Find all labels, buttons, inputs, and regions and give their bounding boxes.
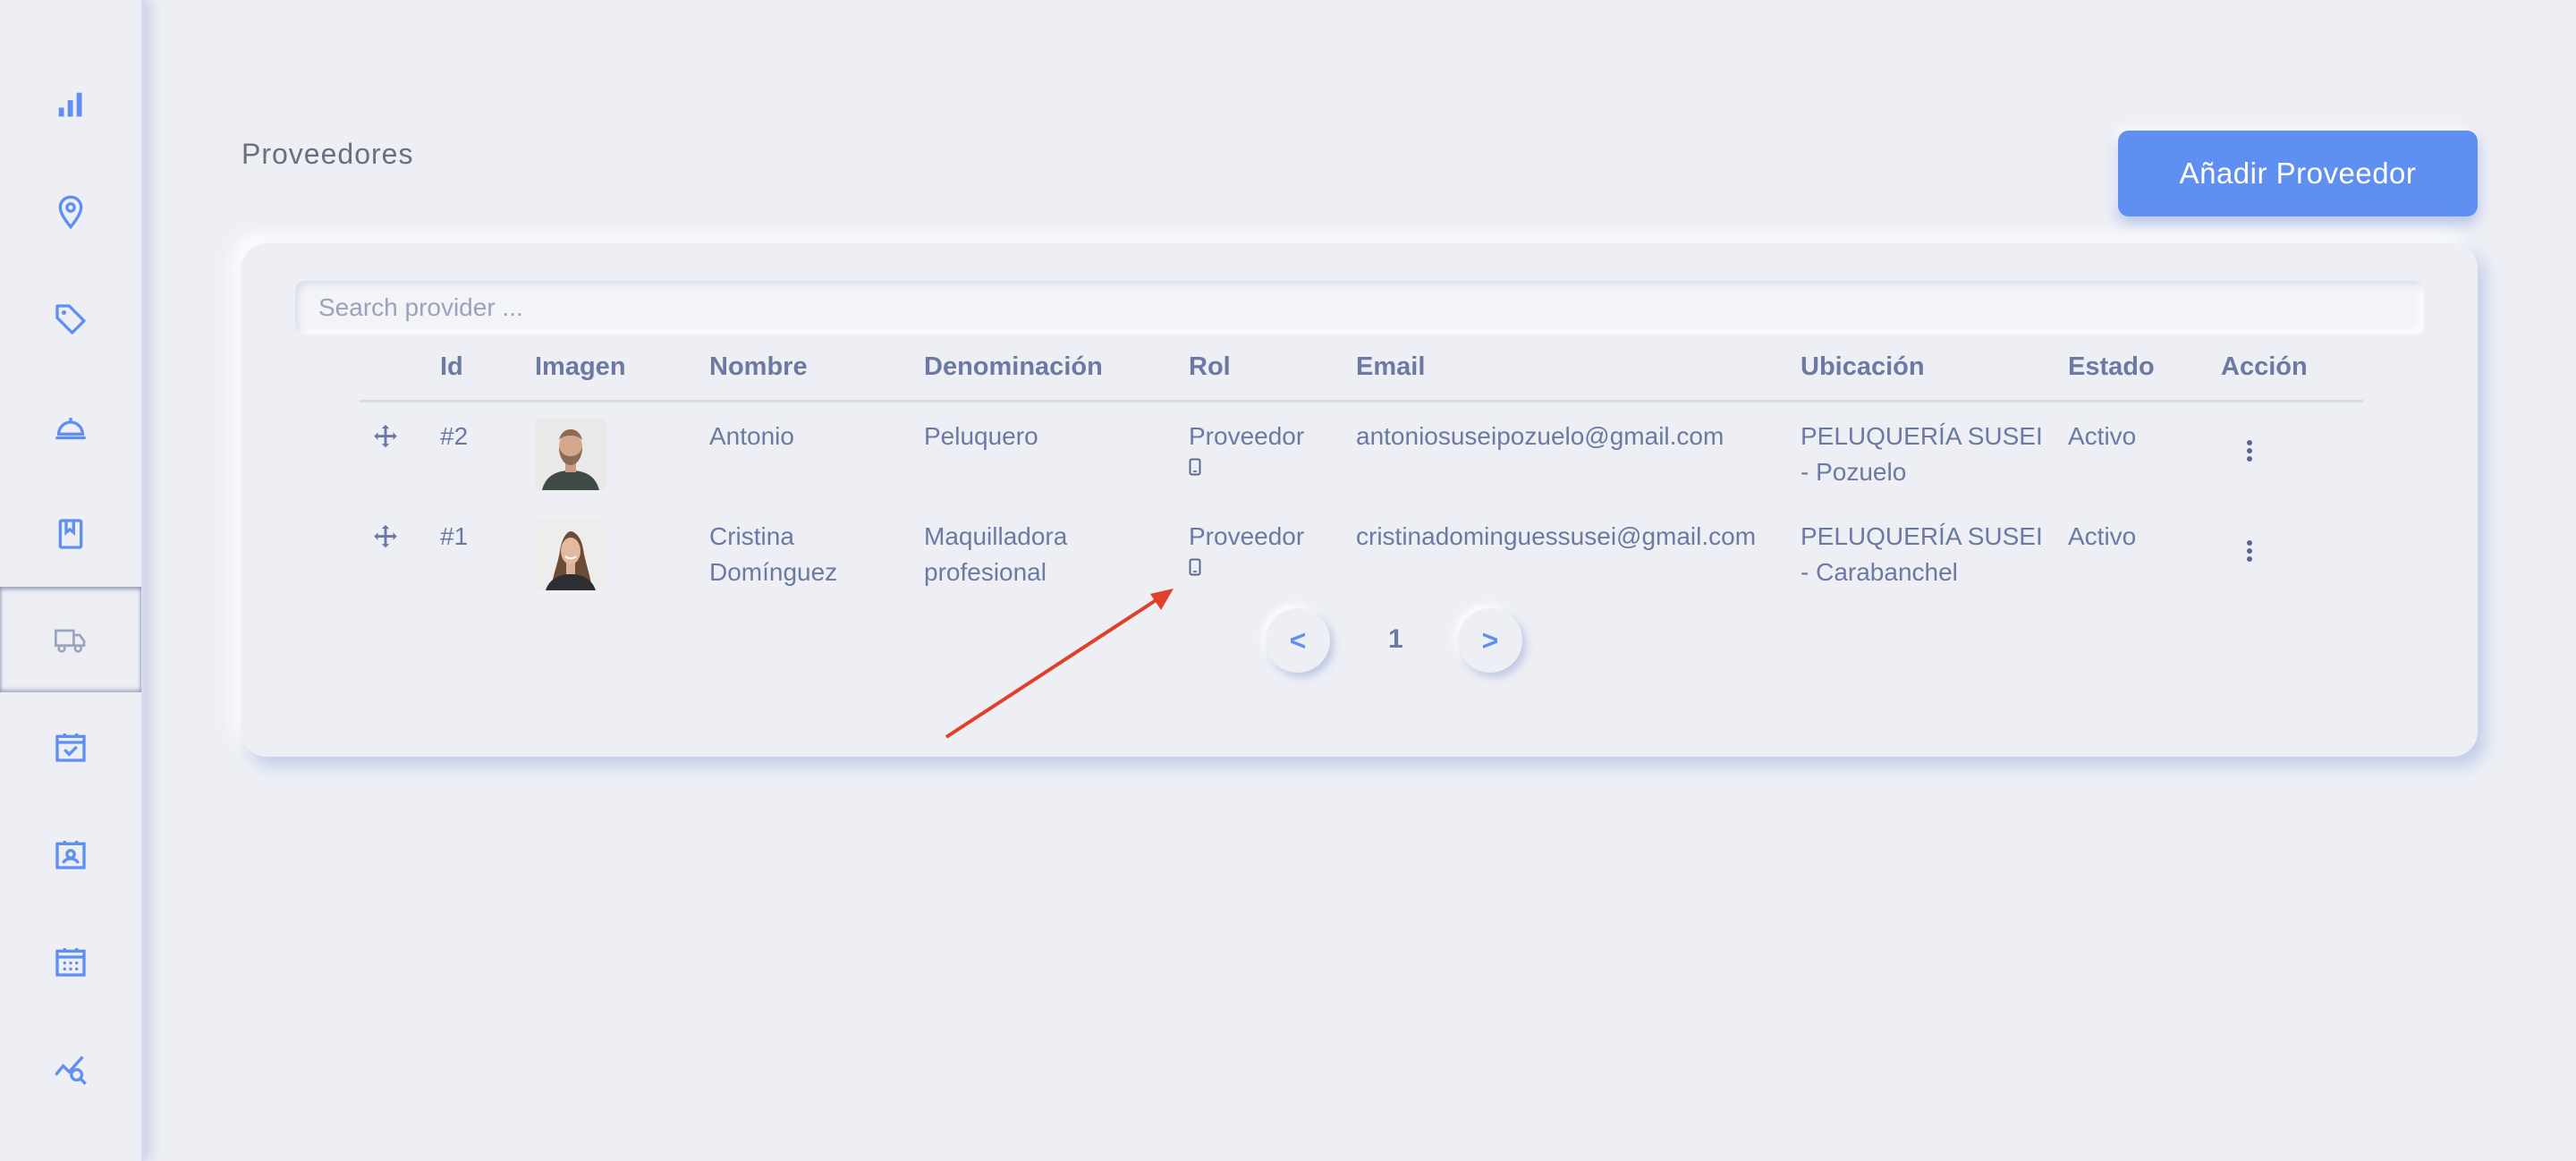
annotation-arrow-icon [945, 589, 1174, 739]
column-header-id: Id [440, 352, 463, 381]
cell-rol: Proveedor [1189, 422, 1305, 450]
cell-id: #2 [440, 422, 469, 450]
calendar-check-icon [55, 733, 86, 762]
cell-ubicacion: PELUQUERÍA SUSEI - Carabanchel [1801, 522, 2043, 586]
more-actions-icon[interactable] [2244, 538, 2255, 567]
avatar [535, 419, 606, 490]
more-actions-icon[interactable] [2244, 438, 2255, 467]
avatar [535, 519, 606, 590]
phone-icon[interactable] [1189, 558, 1201, 576]
cell-ubicacion: PELUQUERÍA SUSEI - Pozuelo [1801, 422, 2043, 486]
sidebar-item-appointments[interactable] [0, 694, 141, 800]
bar-chart-icon [58, 92, 82, 117]
sidebar [0, 0, 144, 1161]
sidebar-item-analytics[interactable] [0, 1016, 141, 1122]
sidebar-item-tags[interactable] [0, 267, 141, 372]
search-input[interactable] [317, 292, 2424, 323]
column-header-accion: Acción [2221, 352, 2308, 381]
cell-denominacion: Peluquero [924, 422, 1038, 450]
phone-icon[interactable] [1189, 458, 1201, 476]
column-header-imagen: Imagen [535, 352, 626, 381]
column-header-nombre: Nombre [709, 352, 808, 381]
pagination-current-page[interactable]: 1 [1388, 624, 1403, 655]
cell-denominacion: Maquilladora profesional [924, 522, 1068, 586]
sidebar-item-locations[interactable] [0, 159, 141, 265]
column-header-rol: Rol [1189, 352, 1231, 381]
providers-card: Id Imagen Nombre Denominación Rol Email … [242, 243, 2478, 757]
cell-email: antoniosuseipozuelo@gmail.com [1356, 422, 1724, 450]
chart-search-icon [55, 1055, 87, 1085]
column-header-email: Email [1356, 352, 1426, 381]
sidebar-item-clients[interactable] [0, 801, 141, 907]
cell-rol: Proveedor [1189, 522, 1305, 550]
calendar-grid-icon [55, 948, 86, 977]
sidebar-item-calendar[interactable] [0, 909, 141, 1014]
cell-nombre: Cristina Domínguez [709, 522, 838, 586]
column-header-estado: Estado [2068, 352, 2155, 381]
column-header-ubicacion: Ubicación [1801, 352, 1925, 381]
cell-estado: Activo [2068, 422, 2137, 450]
sidebar-item-bookings[interactable] [0, 481, 141, 587]
sidebar-item-providers[interactable] [0, 587, 141, 692]
sidebar-item-services[interactable] [0, 374, 141, 479]
page-title: Proveedores [242, 138, 414, 170]
sidebar-item-dashboard[interactable] [0, 52, 141, 157]
header-divider [360, 400, 2363, 403]
cell-email: cristinadominguessusei@gmail.com [1356, 522, 1757, 550]
add-provider-button[interactable]: Añadir Proveedor [2118, 131, 2478, 216]
drag-handle-icon[interactable] [370, 522, 401, 553]
tag-icon [55, 304, 86, 335]
drag-handle-icon[interactable] [370, 422, 401, 453]
bookmark-icon [58, 519, 83, 549]
contact-card-icon [55, 841, 86, 869]
pagination-next-button[interactable]: > [1458, 608, 1522, 673]
pagination-prev-button[interactable]: < [1266, 608, 1330, 673]
cell-estado: Activo [2068, 522, 2137, 550]
search-box[interactable] [295, 281, 2424, 335]
column-header-denominacion: Denominación [924, 352, 1103, 381]
cell-nombre: Antonio [709, 422, 794, 450]
cell-id: #1 [440, 522, 469, 550]
service-bell-icon [55, 418, 86, 440]
map-pin-icon [58, 195, 83, 230]
truck-icon [54, 629, 86, 653]
